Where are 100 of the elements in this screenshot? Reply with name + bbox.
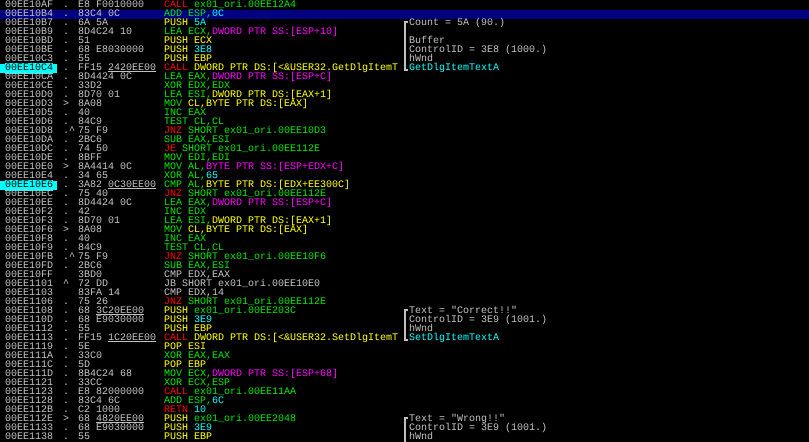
disassembly-row[interactable]: 00EE10B9 . 8D4C24 10 LEA ECX,DWORD PTR SS:[ESP+10] (0, 28, 809, 37)
jump-marker: . (63, 108, 70, 119)
disassembly-row[interactable]: 00EE1138 . 55 PUSH EBP hWnd (0, 433, 809, 442)
jump-marker: . (63, 63, 70, 74)
hex-bytes: 40 (78, 109, 90, 118)
jump-marker: .^ (63, 252, 76, 263)
hex-bytes: 5E (78, 343, 90, 352)
disassembly-row[interactable]: 00EE10AF . E8 F0010000 CALL ex01_ori.00EE12A4 (0, 1, 809, 10)
disassembly-row[interactable]: 00EE10CE . 33D2 XOR EDX,EDX (0, 82, 809, 91)
disassembly-row[interactable]: 00EE111C . 5D POP EBP (0, 361, 809, 370)
jump-marker: . (63, 423, 70, 434)
hex-bytes: 8A08 (78, 100, 102, 109)
disassembly-row[interactable]: 00EE10F6 > 8A08 MOV CL,BYTE PTR DS:[EAX] (0, 226, 809, 235)
hex-bytes: 68 (78, 415, 90, 424)
jump-marker: . (63, 153, 70, 164)
disassembly-row[interactable]: 00EE1103 83FA 14 CMP EDX,14 (0, 289, 809, 298)
disassembly-row[interactable]: 00EE1121 . 33CC XOR ECX,ESP (0, 379, 809, 388)
argument-comment: ControlID = 3E9 (1001.) (408, 424, 548, 433)
disassembly-row[interactable]: 00EE111A . 33C0 XOR EAX,EAX (0, 352, 809, 361)
argument-comment: ControlID = 3E9 (1001.) (408, 316, 548, 325)
jump-marker: > (63, 414, 70, 425)
hex-bytes: 75 26 (78, 298, 108, 307)
jump-marker: . (63, 333, 70, 344)
disassembly-row[interactable]: 00EE10D3 > 8A08 MOV CL,BYTE PTR DS:[EAX] (0, 100, 809, 109)
hex-bytes: FF15 (78, 334, 102, 343)
jump-marker: . (63, 81, 70, 92)
hex-bytes: 8D4424 0C (78, 73, 132, 82)
hex-bytes: 75 F9 (78, 127, 108, 136)
jump-marker: . (63, 207, 70, 218)
disassembly-row[interactable]: 00EE10D0 . 8D70 01 LEA ESI,DWORD PTR DS:[EAX+1] (0, 91, 809, 100)
disassembly-row[interactable]: 00EE10E0 > 8A4414 0C MOV AL,BYTE PTR SS:[ESP+EDX+C] (0, 163, 809, 172)
disassembly-row[interactable]: 00EE10B7 . 6A 5A PUSH 5A Count = 5A (90.) (0, 19, 809, 28)
disassembly-row[interactable]: 00EE1106 . 75 26 JNZ SHORT ex01_ori.00EE112E (0, 298, 809, 307)
jump-marker: . (63, 306, 70, 317)
argument-comment: Count = 5A (90.) (408, 19, 506, 28)
jump-marker: > (63, 225, 70, 236)
hex-bytes: 55 (78, 55, 90, 64)
disassembly-row[interactable]: 00EE112E > 68 4820EE00 PUSH ex01_ori.00EE2048 Text = "Wrong!!" (0, 415, 809, 424)
disassembly-row[interactable]: 00EE10CA . 8D4424 0C LEA EAX,DWORD PTR SS:[ESP+C] (0, 73, 809, 82)
disassembly-row[interactable]: 00EE1123 . E8 82000000 CALL ex01_ori.00EE11AA (0, 388, 809, 397)
disassembly-row[interactable]: 00EE10D6 . 84C9 TEST CL,CL (0, 118, 809, 127)
disassembly-row[interactable]: 00EE112B . C2 1000 RETN 10 (0, 406, 809, 415)
disassembly-row[interactable]: 00EE10FF 3BD0 CMP EDX,EAX (0, 271, 809, 280)
disassembly-row[interactable]: 00EE1128 . 83C4 6C ADD ESP,6C (0, 397, 809, 406)
address-text: 00EE1138 (5, 432, 54, 442)
disassembly-row[interactable]: 00EE10E4 . 34 65 XOR AL,65 (0, 172, 809, 181)
disassembly-row[interactable]: 00EE10BE . 68 E8030000 PUSH 3E8 ControlID = 3E8 (1000.) (0, 46, 809, 55)
argument-comment: Text = "Wrong!!" (408, 415, 506, 424)
instruction-text: PUSH EBP (164, 432, 212, 442)
disassembly-row[interactable]: 00EE1133 . 68 E9030000 PUSH 3E9 ControlID = 3E9 (1001.) (0, 424, 809, 433)
disassembly-row[interactable]: 00EE10FB .^ 75 F9 JNZ SHORT ex01_ori.00EE10F6 (0, 253, 809, 262)
disassembly-row[interactable]: 00EE10C3 . 55 PUSH EBP hWnd (0, 55, 809, 64)
jump-marker: . (63, 216, 70, 227)
hex-bytes: 68 E8030000 (78, 46, 144, 55)
jump-marker: . (63, 342, 70, 353)
argument-comment: hWnd (408, 433, 434, 442)
disassembly-row[interactable]: 00EE1112 . 55 PUSH EBP hWnd (0, 325, 809, 334)
hex-bytes: 83C4 0C (78, 10, 120, 19)
hex-bytes: 5D (78, 361, 90, 370)
disassembly-row[interactable]: 00EE10F2 . 42 INC EDX (0, 208, 809, 217)
jump-marker: . (63, 369, 70, 380)
jump-marker: . (63, 234, 70, 245)
disassembly-row[interactable]: 00EE111D . 8B4C24 68 MOV ECX,DWORD PTR SS:[ESP+68] (0, 370, 809, 379)
disassembly-row[interactable]: 00EE10C4 . FF15 2420EE00 CALL DWORD PTR DS:[<&USER32.GetDlgItemT GetDlgItemTextA (0, 64, 809, 73)
hex-bytes: C2 1000 (78, 406, 120, 415)
disassembly-row[interactable]: 00EE1119 . 5E POP ESI (0, 343, 809, 352)
hex-bytes: 3A82 (78, 181, 102, 190)
jump-marker: . (63, 261, 70, 272)
disassembly-row[interactable]: 00EE10F8 . 40 INC EAX (0, 235, 809, 244)
disassembly-row[interactable]: 00EE10EC . 75 40 JNZ SHORT ex01_ori.00EE112E (0, 190, 809, 199)
jump-marker: . (63, 432, 70, 442)
hex-bytes: 8D4424 0C (78, 199, 132, 208)
jump-marker: . (63, 405, 70, 416)
disassembly-row[interactable]: 00EE10DC . 74 50 JE SHORT ex01_ori.00EE112E (0, 145, 809, 154)
disassembly-row[interactable]: 00EE10E6 . 3A82 0C30EE00 CMP AL,BYTE PTR DS:[EDX+EE300C] (0, 181, 809, 190)
disassembly-row[interactable]: 00EE10DE . 8BFF MOV EDI,EDI (0, 154, 809, 163)
disassembly-row[interactable]: 00EE10EE . 8D4424 0C LEA EAX,DWORD PTR SS:[ESP+C] (0, 199, 809, 208)
disassembly-row[interactable]: 00EE1113 . FF15 1C20EE00 CALL DWORD PTR DS:[<&USER32.SetDlgItemT SetDlgItemTextA (0, 334, 809, 343)
hex-bytes: 68 (78, 307, 90, 316)
disassembly-row[interactable]: 00EE10F3 . 8D70 01 LEA ESI,DWORD PTR DS:[EAX+1] (0, 217, 809, 226)
function-name: GetDlgItemTextA (408, 64, 500, 73)
disassembly-row[interactable]: 00EE10BD . 51 PUSH ECX Buffer (0, 37, 809, 46)
disassembly-row[interactable]: 00EE10FD . 2BC6 SUB EAX,ESI (0, 262, 809, 271)
disassembly-row[interactable]: 00EE10D8 .^ 75 F9 JNZ SHORT ex01_ori.00EE10D3 (0, 127, 809, 136)
hex-bytes: 84C9 (78, 118, 102, 127)
disassembly-row[interactable]: 00EE110D . 68 E9030000 PUSH 3E9 ControlID = 3E9 (1001.) (0, 316, 809, 325)
fixup-bytes: 3C20EE00 (96, 307, 144, 316)
argument-comment: Buffer (408, 37, 446, 46)
disassembly-row[interactable]: 00EE10D5 . 40 INC EAX (0, 109, 809, 118)
disassembly-row[interactable]: 00EE1108 . 68 3C20EE00 PUSH ex01_ori.00EE203C Text = "Correct!!" (0, 307, 809, 316)
jump-marker: . (63, 378, 70, 389)
jump-marker: . (63, 315, 70, 326)
hex-bytes: 2BC6 (78, 136, 102, 145)
jump-marker: . (63, 27, 70, 38)
disassembly-row[interactable]: 00EE10F9 . 84C9 TEST CL,CL (0, 244, 809, 253)
disassembly-row[interactable]: 00EE10DA . 2BC6 SUB EAX,ESI (0, 136, 809, 145)
hex-bytes: 55 (78, 325, 90, 334)
hex-bytes: 74 50 (78, 145, 108, 154)
disassembly-row[interactable]: 00EE1101 ^ 72 DD JB SHORT ex01_ori.00EE10E0 (0, 280, 809, 289)
disassembly-row[interactable]: 00EE10B4 . 83C4 0C ADD ESP,0C (0, 10, 809, 19)
